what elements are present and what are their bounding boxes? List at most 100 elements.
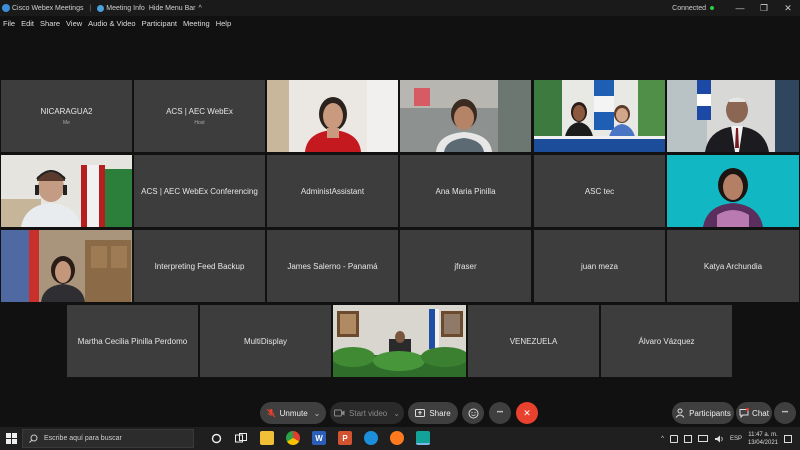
clock-date: 13/04/2021	[747, 439, 778, 446]
chrome-icon[interactable]	[286, 431, 300, 445]
menu-meeting[interactable]: Meeting	[183, 19, 210, 28]
chevron-up-icon[interactable]: ^	[661, 436, 664, 442]
meeting-info-button[interactable]: Meeting Info	[97, 4, 145, 12]
webex-taskbar-icon[interactable]	[416, 431, 430, 445]
participant-tile-juan-meza[interactable]: juan meza	[534, 230, 665, 302]
participant-tile-alvaro-vazquez[interactable]: Álvaro Vázquez	[601, 305, 732, 377]
participant-name: Martha Cecilia Pinilla Perdomo	[77, 336, 188, 346]
participant-name: ACS | AEC WebEx	[166, 106, 233, 116]
chevron-up-icon: ^	[198, 4, 202, 12]
task-view-icon[interactable]	[235, 433, 247, 444]
microphone-muted-icon	[266, 408, 275, 418]
participant-video-tile[interactable]	[667, 80, 799, 152]
participant-name: jfraser	[454, 261, 477, 271]
reactions-button[interactable]	[462, 402, 484, 424]
menu-participant[interactable]: Participant	[142, 19, 177, 28]
participant-name: Ana Maria Pinilla	[435, 186, 496, 196]
more-options-button[interactable]: •••	[489, 402, 511, 424]
menu-edit[interactable]: Edit	[21, 19, 34, 28]
participant-name: MultiDisplay	[243, 336, 288, 346]
hide-menu-bar-button[interactable]: Hide Menu Bar ^	[149, 5, 202, 12]
panel-more-button[interactable]: •••	[774, 402, 796, 424]
participant-tile-katya-archundia[interactable]: Katya Archundia	[667, 230, 799, 302]
participant-tile-ana-maria-pinilla[interactable]: Ana Maria Pinilla	[400, 155, 531, 227]
chat-label: Chat	[752, 408, 769, 418]
unmute-button[interactable]: Unmute ⌄	[260, 402, 326, 424]
window-title-bar: Cisco Webex Meetings | Meeting Info Hide…	[0, 0, 800, 16]
end-meeting-button[interactable]: ✕	[516, 402, 538, 424]
start-video-label: Start video	[349, 408, 388, 418]
restore-button[interactable]: ❐	[752, 0, 776, 16]
webex-logo-icon	[2, 4, 10, 12]
participant-video-tile[interactable]	[667, 155, 799, 227]
menu-audio-video[interactable]: Audio & Video	[88, 19, 135, 28]
start-video-button[interactable]: Start video ⌄	[330, 402, 404, 424]
menu-share[interactable]: Share	[40, 19, 60, 28]
participant-name: NICARAGUA2	[40, 106, 93, 116]
participant-tile-venezuela[interactable]: VENEZUELA	[468, 305, 599, 377]
participant-video-tile[interactable]	[400, 80, 531, 152]
cortana-icon[interactable]	[211, 433, 222, 444]
volume-icon[interactable]	[714, 435, 724, 443]
participant-tile-jfraser[interactable]: jfraser	[400, 230, 531, 302]
display-icon[interactable]	[683, 434, 692, 443]
participant-tile-multidisplay[interactable]: MultiDisplay	[200, 305, 331, 377]
participant-tile-acs-aec-webex-conferencing[interactable]: ACS | AEC WebEx Conferencing	[134, 155, 265, 227]
participant-video-tile[interactable]	[1, 155, 132, 227]
search-icon	[29, 434, 38, 443]
participant-video-tile[interactable]	[534, 80, 665, 152]
participant-name: Álvaro Vázquez	[638, 336, 695, 346]
chat-bubble-icon	[739, 408, 750, 418]
participants-panel-button[interactable]: Participants	[672, 402, 734, 424]
chat-panel-button[interactable]: Chat	[736, 402, 772, 424]
taskbar-search-box[interactable]: Escribe aquí para buscar	[22, 429, 194, 448]
edge-icon[interactable]	[364, 431, 378, 445]
app-title: Cisco Webex Meetings	[12, 4, 84, 12]
meet-now-icon[interactable]	[669, 434, 678, 443]
participant-video-feed	[333, 305, 466, 377]
participant-name: Katya Archundia	[703, 261, 763, 271]
menu-help[interactable]: Help	[216, 19, 231, 28]
menu-view[interactable]: View	[66, 19, 82, 28]
participant-name: ASC tec	[584, 186, 615, 196]
participant-tile-interpreting-feed-backup[interactable]: Interpreting Feed Backup	[134, 230, 265, 302]
taskbar-clock[interactable]: 11:47 a. m. 13/04/2021	[748, 431, 778, 447]
participant-video-tile[interactable]	[333, 305, 466, 377]
participant-role: Me	[63, 119, 70, 126]
word-icon[interactable]: W	[312, 431, 326, 445]
participant-tile-james-salerno[interactable]: James Salerno - Panamá	[267, 230, 398, 302]
participant-tile-martha-cecilia[interactable]: Martha Cecilia Pinilla Perdomo	[67, 305, 198, 377]
participants-label: Participants	[689, 408, 731, 418]
powerpoint-icon[interactable]: P	[338, 431, 352, 445]
participant-tile-acs-aec-webex[interactable]: ACS | AEC WebEx Host	[134, 80, 265, 152]
title-separator: |	[89, 4, 92, 12]
participant-video-feed	[667, 155, 799, 227]
participant-video-tile[interactable]	[1, 230, 132, 302]
participant-name: James Salerno - Panamá	[287, 261, 378, 271]
windows-start-icon[interactable]	[6, 433, 17, 444]
share-button[interactable]: Share	[408, 402, 458, 424]
close-button[interactable]: ✕	[776, 0, 800, 16]
network-icon[interactable]	[697, 434, 708, 443]
person-icon	[675, 408, 685, 418]
meeting-info-label: Meeting Info	[106, 4, 145, 12]
chevron-down-icon[interactable]: ⌄	[393, 409, 400, 418]
camera-icon	[334, 409, 345, 417]
participant-tile-asc-tec[interactable]: ASC tec	[534, 155, 665, 227]
notifications-icon[interactable]	[784, 434, 792, 443]
file-explorer-icon[interactable]	[260, 431, 274, 445]
firefox-icon[interactable]	[390, 431, 404, 445]
participant-name: juan meza	[581, 261, 618, 271]
participant-video-feed	[400, 80, 531, 152]
menu-file[interactable]: File	[3, 19, 15, 28]
participant-name: ACS | AEC WebEx Conferencing	[141, 186, 258, 196]
unmute-label: Unmute	[279, 408, 308, 418]
chevron-down-icon[interactable]: ⌄	[314, 409, 321, 418]
keyboard-language[interactable]: ESP	[730, 436, 742, 442]
minimize-button[interactable]: —	[728, 0, 752, 16]
participant-video-feed	[1, 155, 132, 227]
participant-video-feed	[667, 80, 799, 152]
participant-tile-nicaragua2[interactable]: NICARAGUA2 Me	[1, 80, 132, 152]
participant-video-tile[interactable]	[267, 80, 398, 152]
participant-tile-administassistant[interactable]: AdministAssistant	[267, 155, 398, 227]
